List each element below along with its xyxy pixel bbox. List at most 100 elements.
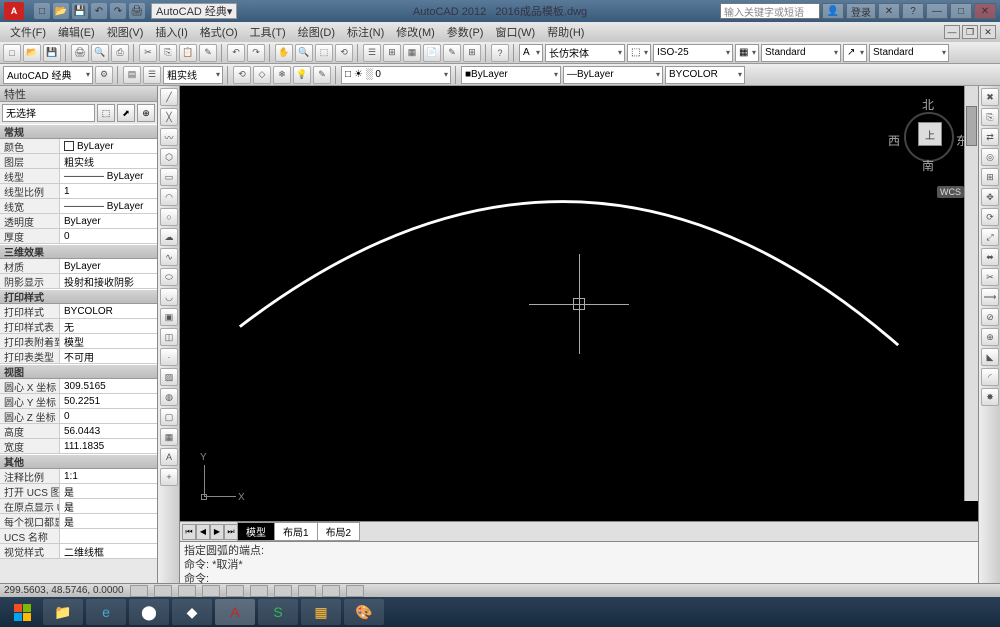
- prop-value[interactable]: 粗实线: [60, 154, 157, 168]
- xline-icon[interactable]: ╳: [160, 108, 178, 126]
- prop-row[interactable]: 打印样式BYCOLOR: [0, 304, 157, 319]
- linetype-dropdown[interactable]: 粗实线: [163, 66, 223, 84]
- tab-layout1[interactable]: 布局1: [274, 522, 318, 541]
- prop-row[interactable]: UCS 名称: [0, 529, 157, 544]
- circle-icon[interactable]: ○: [160, 208, 178, 226]
- prop-row[interactable]: 打印表附着到模型: [0, 334, 157, 349]
- menu-modify[interactable]: 修改(M): [390, 24, 441, 40]
- prop-value[interactable]: 模型: [60, 334, 157, 348]
- mleaderstyle-dropdown[interactable]: Standard: [869, 44, 949, 62]
- rotate-icon[interactable]: ⟳: [981, 208, 999, 226]
- fillet-icon[interactable]: ◜: [981, 368, 999, 386]
- menu-window[interactable]: 窗口(W): [489, 24, 541, 40]
- viewcube-top[interactable]: 上: [918, 122, 942, 146]
- layer-manager-icon[interactable]: ▤: [123, 66, 141, 84]
- taskbar-ie-icon[interactable]: e: [86, 599, 126, 625]
- help-toolbar-icon[interactable]: ?: [491, 44, 509, 62]
- region-icon[interactable]: ▢: [160, 408, 178, 426]
- menu-help[interactable]: 帮助(H): [541, 24, 590, 40]
- taskbar-app1-icon[interactable]: ⬤: [129, 599, 169, 625]
- prop-row[interactable]: 材质ByLayer: [0, 259, 157, 274]
- mtext-icon[interactable]: A: [160, 448, 178, 466]
- prop-row[interactable]: 阴影显示投射和接收阴影: [0, 274, 157, 289]
- ducs-toggle[interactable]: [274, 585, 292, 597]
- qat-new-icon[interactable]: □: [34, 3, 50, 19]
- tab-model[interactable]: 模型: [237, 522, 275, 541]
- redo-icon[interactable]: ↷: [247, 44, 265, 62]
- prop-row[interactable]: 视觉样式二维线框: [0, 544, 157, 559]
- layer-freeze-icon[interactable]: ❄: [273, 66, 291, 84]
- quickcalc-icon[interactable]: ⊞: [463, 44, 481, 62]
- prop-value[interactable]: 309.5165: [60, 379, 157, 393]
- qat-undo-icon[interactable]: ↶: [91, 3, 107, 19]
- spline-icon[interactable]: ∿: [160, 248, 178, 266]
- annoscale-dropdown[interactable]: A: [519, 44, 543, 62]
- prop-section-header[interactable]: 打印样式: [0, 289, 157, 304]
- help-search-input[interactable]: 输入关键字或短语: [720, 3, 820, 19]
- prop-section-header[interactable]: 三维效果: [0, 244, 157, 259]
- textstyle-dropdown[interactable]: 长仿宋体: [545, 44, 625, 62]
- ellipse-icon[interactable]: ⬭: [160, 268, 178, 286]
- save-icon[interactable]: 💾: [43, 44, 61, 62]
- layer-match-icon[interactable]: ✎: [313, 66, 331, 84]
- preview-icon[interactable]: 🔍: [91, 44, 109, 62]
- otrack-toggle[interactable]: [250, 585, 268, 597]
- polygon-icon[interactable]: ⬡: [160, 148, 178, 166]
- menu-dimension[interactable]: 标注(N): [341, 24, 390, 40]
- polar-toggle[interactable]: [202, 585, 220, 597]
- prop-section-header[interactable]: 其他: [0, 454, 157, 469]
- join-icon[interactable]: ⊕: [981, 328, 999, 346]
- prop-row[interactable]: 每个视口都显..是: [0, 514, 157, 529]
- osnap-toggle[interactable]: [226, 585, 244, 597]
- quickselect-icon[interactable]: ⬚: [97, 104, 115, 122]
- prop-value[interactable]: 不可用: [60, 349, 157, 363]
- mdi-close-button[interactable]: ✕: [980, 25, 996, 39]
- prop-row[interactable]: 打开 UCS 图标是: [0, 484, 157, 499]
- workspace-switcher[interactable]: AutoCAD 经典 ▾: [151, 3, 237, 19]
- menu-draw[interactable]: 绘图(D): [292, 24, 341, 40]
- wcs-label[interactable]: WCS: [937, 186, 964, 198]
- prop-row[interactable]: 线型比例1: [0, 184, 157, 199]
- cut-icon[interactable]: ✂: [139, 44, 157, 62]
- arc-icon[interactable]: ◠: [160, 188, 178, 206]
- close-button[interactable]: ✕: [974, 3, 996, 19]
- taskbar-app2-icon[interactable]: ◆: [172, 599, 212, 625]
- mdi-minimize-button[interactable]: —: [944, 25, 960, 39]
- qat-redo-icon[interactable]: ↷: [110, 3, 126, 19]
- pline-icon[interactable]: 〰: [160, 128, 178, 146]
- tab-first-icon[interactable]: ⏮: [182, 524, 196, 540]
- prop-row[interactable]: 宽度111.1835: [0, 439, 157, 454]
- prop-value[interactable]: 是: [60, 484, 157, 498]
- taskbar-paint-icon[interactable]: 🎨: [344, 599, 384, 625]
- command-line[interactable]: 指定圆弧的端点: 命令: *取消* 命令:: [180, 541, 978, 583]
- mirror-icon[interactable]: ⇄: [981, 128, 999, 146]
- qp-toggle[interactable]: [346, 585, 364, 597]
- prop-row[interactable]: 圆心 Z 坐标0: [0, 409, 157, 424]
- lwt-toggle[interactable]: [322, 585, 340, 597]
- rectangle-icon[interactable]: ▭: [160, 168, 178, 186]
- paste-icon[interactable]: 📋: [179, 44, 197, 62]
- mleaderstyle-icon[interactable]: ↗: [843, 44, 867, 62]
- addselected-icon[interactable]: +: [160, 468, 178, 486]
- open-icon[interactable]: 📂: [23, 44, 41, 62]
- move-icon[interactable]: ✥: [981, 188, 999, 206]
- prop-section-header[interactable]: 视图: [0, 364, 157, 379]
- prop-row[interactable]: 颜色ByLayer: [0, 139, 157, 154]
- selection-dropdown[interactable]: 无选择: [2, 104, 95, 122]
- workspace-dropdown[interactable]: AutoCAD 经典: [3, 66, 93, 84]
- prop-row[interactable]: 厚度0: [0, 229, 157, 244]
- prop-value[interactable]: 是: [60, 514, 157, 528]
- prop-value[interactable]: 1:1: [60, 469, 157, 483]
- publish-icon[interactable]: ⎙: [111, 44, 129, 62]
- prop-row[interactable]: 圆心 X 坐标309.5165: [0, 379, 157, 394]
- erase-icon[interactable]: ✖: [981, 88, 999, 106]
- qat-save-icon[interactable]: 💾: [72, 3, 88, 19]
- minimize-button[interactable]: —: [926, 3, 948, 19]
- prop-value[interactable]: 是: [60, 499, 157, 513]
- layer-previous-icon[interactable]: ⟲: [233, 66, 251, 84]
- toolpalettes-icon[interactable]: ▦: [403, 44, 421, 62]
- layer-dropdown[interactable]: □ ☀ ░ 0: [341, 66, 451, 84]
- vertical-scrollbar[interactable]: [964, 86, 978, 501]
- prop-row[interactable]: 注释比例1:1: [0, 469, 157, 484]
- prop-value[interactable]: 投射和接收阴影: [60, 274, 157, 288]
